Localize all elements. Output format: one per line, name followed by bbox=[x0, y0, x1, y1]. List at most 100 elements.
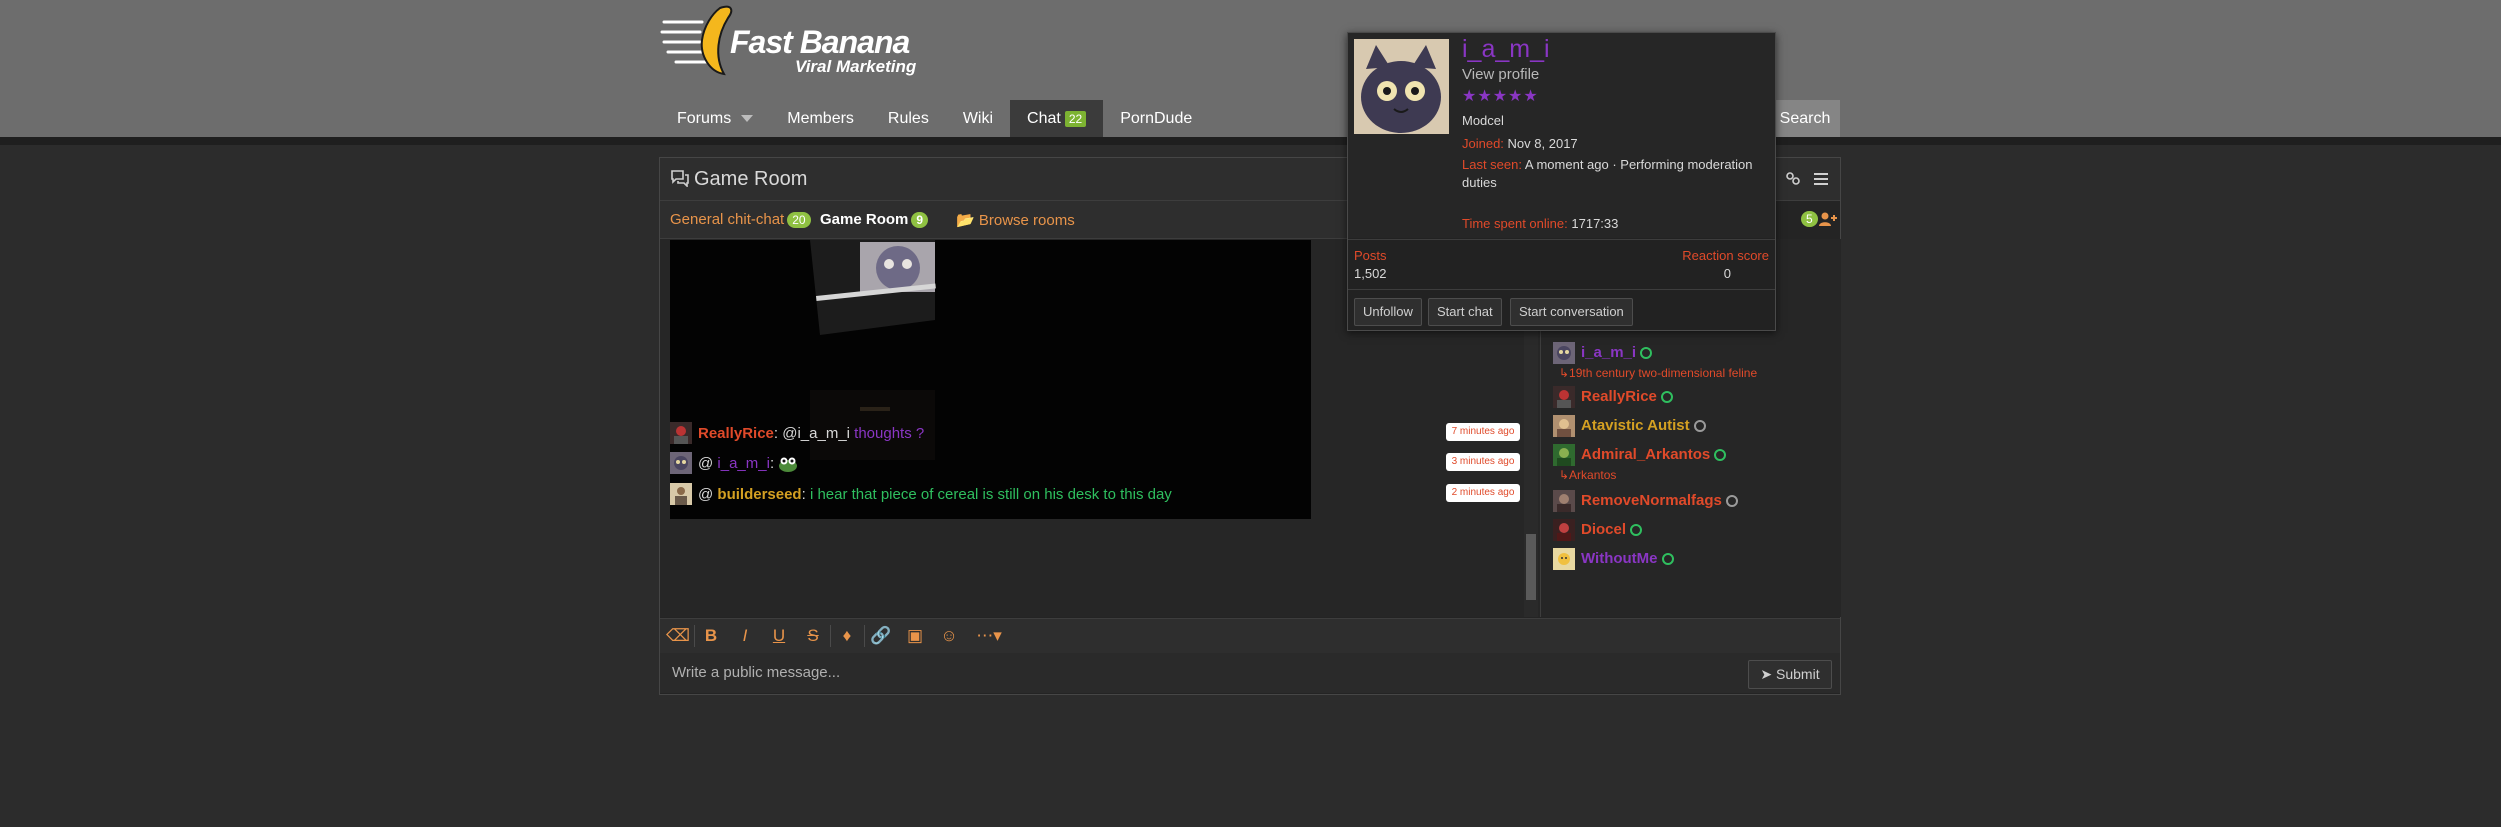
strikethrough-icon[interactable]: S bbox=[802, 625, 824, 647]
profile-avatar[interactable] bbox=[1354, 39, 1449, 134]
user-name: WithoutMe bbox=[1581, 550, 1674, 567]
user-name-text: RemoveNormalfags bbox=[1581, 492, 1722, 509]
chat-message: @ builderseed: i hear that piece of cere… bbox=[670, 483, 1530, 507]
search-button[interactable]: Search bbox=[1770, 100, 1840, 137]
settings-users-icon[interactable] bbox=[1784, 170, 1802, 188]
submit-label: Submit bbox=[1776, 666, 1820, 682]
user-status-text: ↳Arkantos bbox=[1559, 468, 1617, 482]
avatar[interactable] bbox=[1553, 548, 1575, 570]
avatar[interactable] bbox=[670, 483, 692, 505]
avatar[interactable] bbox=[1553, 415, 1575, 437]
tab-general-chit-chat[interactable]: General chit-chat 20 bbox=[670, 211, 811, 229]
user-name: Admiral_Arkantos bbox=[1581, 446, 1727, 463]
editor-toolbar: ⌫ B I U S ♦ 🔗 ▣ ☺ ⋯▾ bbox=[660, 618, 1840, 654]
message-timestamp: 3 minutes ago bbox=[1446, 453, 1520, 471]
online-status-icon bbox=[1714, 449, 1727, 462]
browse-rooms-label: Browse rooms bbox=[978, 212, 1075, 229]
message-timestamp: 2 minutes ago bbox=[1446, 484, 1520, 502]
user-name-text: Admiral_Arkantos bbox=[1581, 446, 1711, 463]
avatar[interactable] bbox=[1553, 519, 1575, 541]
toolbar-divider bbox=[864, 625, 865, 647]
italic-icon[interactable]: I bbox=[734, 625, 756, 647]
shared-image[interactable] bbox=[670, 240, 1311, 519]
avatar[interactable] bbox=[1553, 444, 1575, 466]
unfollow-button[interactable]: Unfollow bbox=[1354, 298, 1422, 326]
user-name-text: WithoutMe bbox=[1581, 550, 1658, 567]
nav-chat[interactable]: Chat 22 bbox=[1010, 100, 1104, 137]
online-status-icon bbox=[1640, 347, 1653, 360]
message-prefix: @ bbox=[698, 455, 718, 472]
profile-username[interactable]: i_a_m_i bbox=[1462, 35, 1550, 64]
user-name: Atavistic Autist bbox=[1581, 417, 1706, 434]
add-user-icon[interactable] bbox=[1818, 211, 1838, 227]
menu-icon[interactable] bbox=[1812, 170, 1830, 188]
chat-count-badge: 22 bbox=[1064, 110, 1087, 127]
message-author[interactable]: builderseed bbox=[717, 486, 801, 503]
nav-porndude[interactable]: PornDude bbox=[1103, 100, 1209, 137]
message-mention[interactable]: @i_a_m_i bbox=[782, 425, 850, 442]
toolbar-divider bbox=[830, 625, 831, 647]
user-name: ReallyRice bbox=[1581, 388, 1673, 405]
avatar[interactable] bbox=[670, 422, 692, 444]
bold-icon[interactable]: B bbox=[700, 625, 722, 647]
chat-head-actions bbox=[1784, 170, 1830, 188]
logo-subtitle: Viral Marketing bbox=[795, 57, 917, 76]
emoji-icon[interactable]: ☺ bbox=[938, 625, 960, 647]
away-status-icon bbox=[1725, 495, 1738, 508]
online-status-icon bbox=[1660, 391, 1673, 404]
posts-label: Posts bbox=[1354, 248, 1387, 263]
message-input[interactable] bbox=[670, 663, 1724, 682]
user-name-text: i_a_m_i bbox=[1581, 344, 1637, 361]
browse-rooms-link[interactable]: 📂 Browse rooms bbox=[956, 211, 1075, 229]
logo-title[interactable]: Fast Banana bbox=[730, 24, 910, 61]
site-header: Fast Banana Viral Marketing Forums Membe… bbox=[0, 0, 2501, 137]
user-status-text: ↳19th century two-dimensional feline bbox=[1559, 366, 1758, 380]
message-author[interactable]: i_a_m_i bbox=[717, 455, 770, 472]
nav-forums[interactable]: Forums bbox=[660, 100, 770, 137]
chevron-down-icon[interactable] bbox=[741, 115, 754, 123]
start-chat-button[interactable]: Start chat bbox=[1428, 298, 1502, 326]
message-text: i hear that piece of cereal is still on … bbox=[809, 486, 1172, 503]
message-author[interactable]: ReallyRice bbox=[698, 425, 774, 442]
user-name-text: Diocel bbox=[1581, 521, 1627, 538]
avatar[interactable] bbox=[1553, 490, 1575, 512]
start-conversation-button[interactable]: Start conversation bbox=[1510, 298, 1633, 326]
member-tooltip: i_a_m_i View profile ★★★★★ Modcel Joined… bbox=[1347, 32, 1776, 331]
eraser-icon[interactable]: ⌫ bbox=[666, 625, 690, 647]
link-icon[interactable]: 🔗 bbox=[870, 625, 892, 647]
message-body: @ i_a_m_i: bbox=[698, 455, 798, 473]
user-name-text: Atavistic Autist bbox=[1581, 417, 1690, 434]
more-options-icon[interactable]: ⋯▾ bbox=[974, 625, 1004, 647]
chat-bubbles-icon bbox=[671, 170, 689, 187]
message-prefix: @ bbox=[698, 486, 718, 503]
image-icon[interactable]: ▣ bbox=[904, 625, 926, 647]
message-timestamp: 7 minutes ago bbox=[1446, 423, 1520, 441]
joined-label: Joined: bbox=[1462, 136, 1504, 151]
nav-forums-label: Forums bbox=[677, 110, 732, 127]
time-online-row: Time spent online: 1717:33 bbox=[1462, 216, 1618, 231]
avatar[interactable] bbox=[670, 452, 692, 474]
color-drop-icon[interactable]: ♦ bbox=[836, 625, 858, 647]
user-name: i_a_m_i bbox=[1581, 344, 1653, 361]
tab-game-room[interactable]: Game Room 9 bbox=[820, 211, 929, 229]
users-count-text: 5 bbox=[1801, 210, 1818, 227]
view-profile-link[interactable]: View profile bbox=[1462, 66, 1539, 83]
submit-button[interactable]: ➤ Submit bbox=[1748, 660, 1832, 689]
room-count-badge: 9 bbox=[911, 212, 929, 229]
message-sep: : bbox=[769, 455, 779, 472]
online-status-icon bbox=[1661, 553, 1674, 566]
toolbar-divider bbox=[694, 625, 695, 647]
nav-members[interactable]: Members bbox=[770, 100, 871, 137]
underline-icon[interactable]: U bbox=[768, 625, 790, 647]
nav-rules[interactable]: Rules bbox=[871, 100, 946, 137]
avatar[interactable] bbox=[1553, 386, 1575, 408]
users-count-badge: 5 bbox=[1798, 210, 1818, 228]
scrollbar-thumb[interactable] bbox=[1526, 534, 1536, 600]
dark-room-photo bbox=[670, 240, 1311, 519]
message-sep: : bbox=[801, 486, 810, 503]
send-icon: ➤ bbox=[1760, 666, 1773, 682]
avatar[interactable] bbox=[1553, 342, 1575, 364]
rating-stars-icon: ★★★★★ bbox=[1462, 88, 1539, 105]
nav-wiki[interactable]: Wiki bbox=[946, 100, 1010, 137]
last-seen-label: Last seen: bbox=[1462, 157, 1522, 172]
